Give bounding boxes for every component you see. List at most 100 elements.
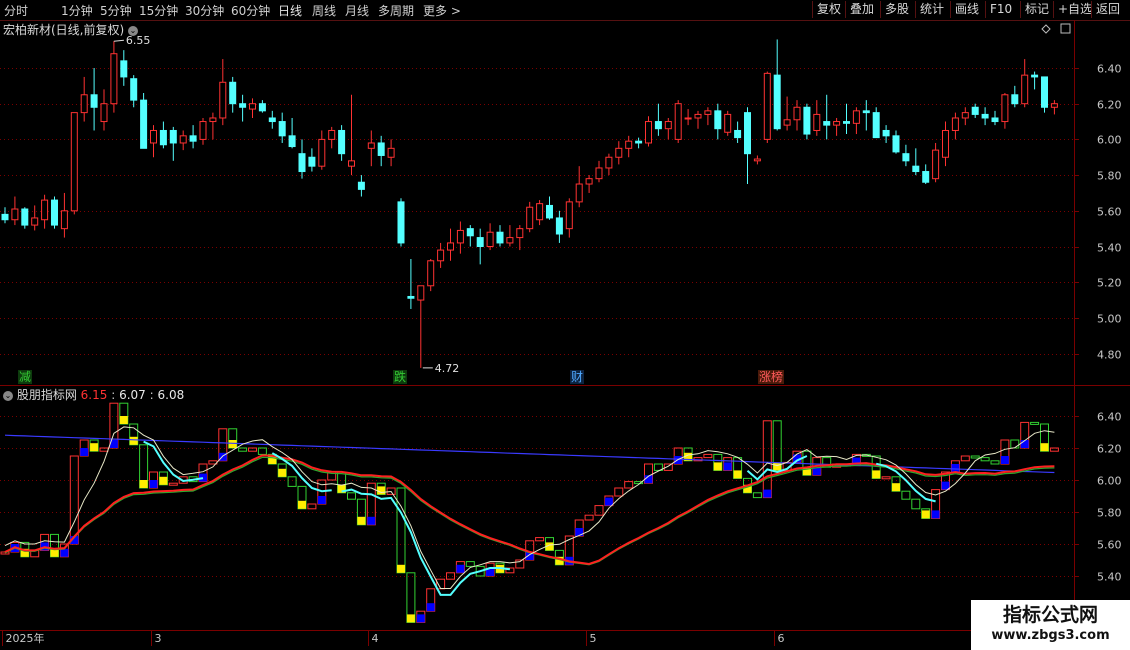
candle-body bbox=[456, 229, 464, 244]
indicator-step-box bbox=[584, 514, 594, 521]
indicator-line-cyan bbox=[143, 440, 204, 483]
price-axis-label: 5.40 bbox=[1097, 242, 1122, 255]
indicator-step-box bbox=[980, 457, 990, 462]
candle-body bbox=[21, 208, 29, 226]
price-axis-label: 5.80 bbox=[1097, 170, 1122, 183]
indicator-step-box bbox=[257, 447, 267, 455]
candle-body bbox=[852, 110, 860, 124]
candle-body bbox=[298, 153, 306, 173]
candle-body bbox=[961, 112, 969, 119]
indicator-step-box bbox=[614, 487, 624, 497]
candle-body bbox=[179, 135, 187, 144]
indicator-step-box bbox=[970, 455, 980, 459]
indicator-signal-block bbox=[604, 497, 613, 506]
indicator-step-box bbox=[881, 476, 891, 480]
indicator-signal-block bbox=[575, 528, 584, 536]
candle-body bbox=[1031, 74, 1039, 78]
candle-body bbox=[437, 249, 445, 262]
date-axis-label: 2025年 bbox=[6, 631, 45, 645]
candle-body bbox=[328, 129, 336, 140]
candle-body bbox=[605, 156, 613, 169]
candle-body bbox=[308, 156, 316, 167]
candle-body bbox=[615, 147, 623, 158]
indicator-step-box bbox=[307, 503, 317, 510]
indicator-step-box bbox=[762, 420, 772, 499]
candle-body bbox=[526, 206, 534, 230]
indicator-step-box bbox=[535, 537, 545, 542]
panel-toggle-icon bbox=[1060, 23, 1071, 34]
candle-body bbox=[417, 285, 425, 301]
indicator-signal-block bbox=[773, 462, 782, 471]
candle-body bbox=[397, 201, 405, 244]
candle-body bbox=[734, 129, 742, 139]
date-axis-label: 3 bbox=[155, 632, 162, 645]
candle-body bbox=[31, 217, 39, 226]
candle-body bbox=[268, 117, 276, 123]
indicator-signal-block bbox=[60, 548, 69, 557]
candle-body bbox=[813, 113, 821, 131]
indicator-signal-block bbox=[149, 480, 158, 488]
kline-chart[interactable]: 6.40 6.20 6.00 5.80 5.60 5.40 5.20 5.00 4.80 6.40… bbox=[0, 0, 1130, 650]
candle-body bbox=[1001, 94, 1009, 123]
indicator-axis-label: 6.40 bbox=[1097, 411, 1122, 424]
indicator-step-box bbox=[624, 481, 634, 489]
candle-body bbox=[100, 103, 108, 123]
price-axis-label: 6.40 bbox=[1097, 63, 1122, 76]
indicator-step-box bbox=[594, 505, 604, 516]
candle-body bbox=[80, 94, 88, 114]
candle-body bbox=[476, 237, 484, 247]
candle-body bbox=[11, 208, 19, 221]
candle-body bbox=[862, 110, 870, 114]
candle-body bbox=[625, 140, 633, 149]
price-axis-label: 5.00 bbox=[1097, 313, 1122, 326]
candle-body bbox=[536, 203, 544, 221]
candle-body bbox=[645, 121, 652, 144]
indicator-step-box bbox=[248, 447, 257, 452]
indicator-axis-label: 6.20 bbox=[1097, 443, 1122, 456]
indicator-step-box bbox=[347, 492, 356, 500]
indicator-signal-block bbox=[713, 462, 722, 471]
candle-body bbox=[90, 94, 98, 108]
diamond-icon bbox=[1041, 24, 1051, 34]
candle-body bbox=[654, 121, 662, 130]
candle-body bbox=[120, 60, 128, 78]
candle-body bbox=[486, 231, 494, 248]
indicator-step-box bbox=[465, 561, 475, 567]
candle-body bbox=[150, 129, 157, 144]
indicator-signal-block bbox=[406, 614, 415, 623]
indicator-axis-label: 5.80 bbox=[1097, 507, 1122, 520]
date-axis-label: 4 bbox=[372, 632, 379, 645]
watermark-title: 指标公式网 bbox=[1002, 604, 1098, 626]
date-axis-label: 5 bbox=[590, 632, 597, 645]
candle-body bbox=[387, 147, 395, 158]
candle-body bbox=[130, 78, 138, 101]
candle-body bbox=[140, 99, 148, 149]
indicator-signal-block bbox=[228, 440, 237, 448]
candle-body bbox=[427, 260, 435, 287]
indicator-step-box bbox=[69, 455, 79, 545]
candle-body bbox=[338, 129, 346, 155]
candle-body bbox=[724, 113, 732, 133]
candle-body bbox=[932, 149, 940, 180]
candle-body bbox=[1011, 94, 1019, 105]
candle-body bbox=[516, 228, 524, 239]
candle-body bbox=[823, 121, 831, 126]
high-marker-line bbox=[113, 39, 124, 42]
candle-body bbox=[288, 135, 296, 148]
indicator-step-box bbox=[911, 498, 921, 510]
indicator-signal-block bbox=[298, 500, 306, 509]
candle-body bbox=[169, 129, 177, 144]
indicator-signal-block bbox=[397, 564, 405, 573]
candle-body bbox=[249, 103, 256, 110]
candle-body bbox=[159, 129, 167, 146]
indicator-signal-block bbox=[80, 448, 89, 456]
indicator-step-box bbox=[1030, 421, 1040, 425]
watermark-url: www.zbgs3.com bbox=[991, 628, 1110, 643]
indicator-signal-block bbox=[931, 510, 940, 519]
indicator-signal-block bbox=[119, 416, 128, 424]
candle-body bbox=[674, 103, 682, 140]
candle-body bbox=[892, 135, 900, 153]
candle-body bbox=[41, 199, 49, 221]
candle-body bbox=[843, 121, 850, 124]
indicator-signal-block bbox=[456, 564, 465, 573]
